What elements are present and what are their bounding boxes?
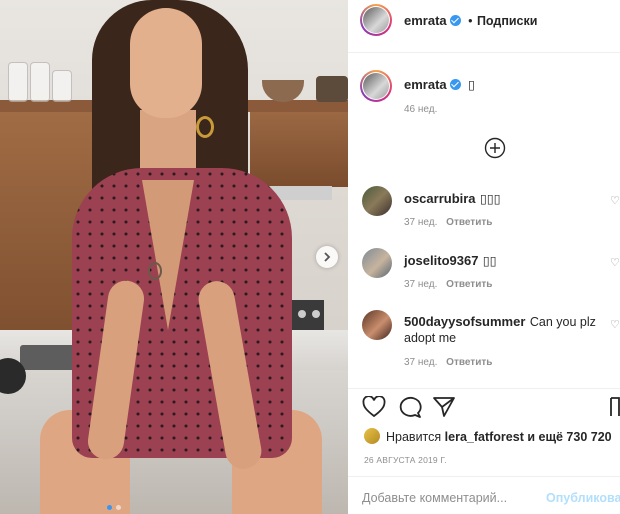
photo-bowl [262,80,304,102]
save-button[interactable] [610,396,620,423]
post-photo[interactable] [0,0,348,514]
photo-pendant [148,262,162,280]
header-divider [348,52,620,53]
carousel-indicator [107,505,121,510]
comment-avatar[interactable] [362,310,392,340]
header-avatar[interactable] [360,4,392,36]
photo-pot [316,76,348,102]
caption-text: ▯ [468,78,475,92]
reply-button[interactable]: Ответить [446,357,492,368]
comment-text: ▯▯▯ [480,192,501,206]
comment-avatar[interactable] [362,248,392,278]
comment-time: 37 нед. [404,217,438,228]
header-username[interactable]: emrata [404,13,447,28]
plus-circle-icon [484,137,506,159]
photo-person-face [130,8,202,118]
caption-avatar[interactable] [360,70,392,102]
comment: joselito9367 ▯▯ [404,252,497,270]
photo-jar [8,62,28,102]
comment-button[interactable] [398,396,422,423]
comment-box-divider [348,476,620,477]
comment-meta: 37 нед. Ответить [404,217,492,228]
comment-text: ▯▯ [482,254,497,268]
comment-like-icon[interactable]: ♡ [610,196,620,207]
comment-meta: 37 нед. Ответить [404,279,492,290]
actions-divider [348,388,620,389]
header-separator: • [468,14,473,28]
liker-avatar[interactable] [364,428,380,444]
liker-username[interactable]: lera_fatforest [445,430,524,444]
reply-button[interactable]: Ответить [446,279,492,290]
likes-count[interactable]: и ещё 730 720 [527,430,611,444]
caption-time: 46 нед. [404,104,438,115]
comment-username[interactable]: joselito9367 [404,253,478,268]
avatar-image [363,73,389,99]
photo-jar [52,70,72,102]
comment-username[interactable]: oscarrubira [404,191,476,206]
carousel-dot [116,505,121,510]
comment: oscarrubira ▯▯▯ [404,190,501,208]
comment-avatar[interactable] [362,186,392,216]
comment-icon [399,397,422,418]
instagram-post-view: emrata • Подписки emrata ▯ 46 нед. oscar… [0,0,620,514]
avatar-image [363,7,389,33]
send-icon [433,397,455,417]
carousel-dot-active [107,505,112,510]
caption-username[interactable]: emrata [404,77,447,92]
comment-meta: 37 нед. Ответить [404,357,492,368]
photo-stove-knob [298,310,306,318]
verified-badge-icon [449,79,461,90]
photo-cabinet [250,112,348,187]
photo-stove-knob [312,310,320,318]
share-button[interactable] [432,396,456,423]
caption: emrata ▯ [404,76,475,94]
post-date: 26 АВГУСТА 2019 Г. [364,455,447,465]
comment: 500dayysofsummer Can you plz adopt me [404,314,610,346]
likes-summary: Нравится lera_fatforest и ещё 730 720 [386,430,612,444]
comment-like-icon[interactable]: ♡ [610,258,620,269]
header-user: emrata • Подписки [404,12,537,30]
add-comment-input[interactable] [362,488,542,508]
photo-person-neckline [142,180,194,330]
comment-like-icon[interactable]: ♡ [610,320,620,331]
next-photo-button[interactable] [316,246,338,268]
chevron-right-icon [324,252,331,262]
photo-earring [196,116,214,138]
heart-icon [362,395,386,418]
likes-prefix: Нравится [386,430,442,444]
comment-time: 37 нед. [404,357,438,368]
post-comment-button[interactable]: Опубликовать [546,491,620,505]
comment-username[interactable]: 500dayysofsummer [404,314,525,329]
verified-badge-icon [449,15,461,26]
photo-jar [30,62,50,102]
load-more-comments-button[interactable] [484,137,506,159]
reply-button[interactable]: Ответить [446,217,492,228]
bookmark-icon [610,397,620,416]
comment-time: 37 нед. [404,279,438,290]
like-button[interactable] [362,395,386,423]
follow-button[interactable]: Подписки [477,14,538,28]
